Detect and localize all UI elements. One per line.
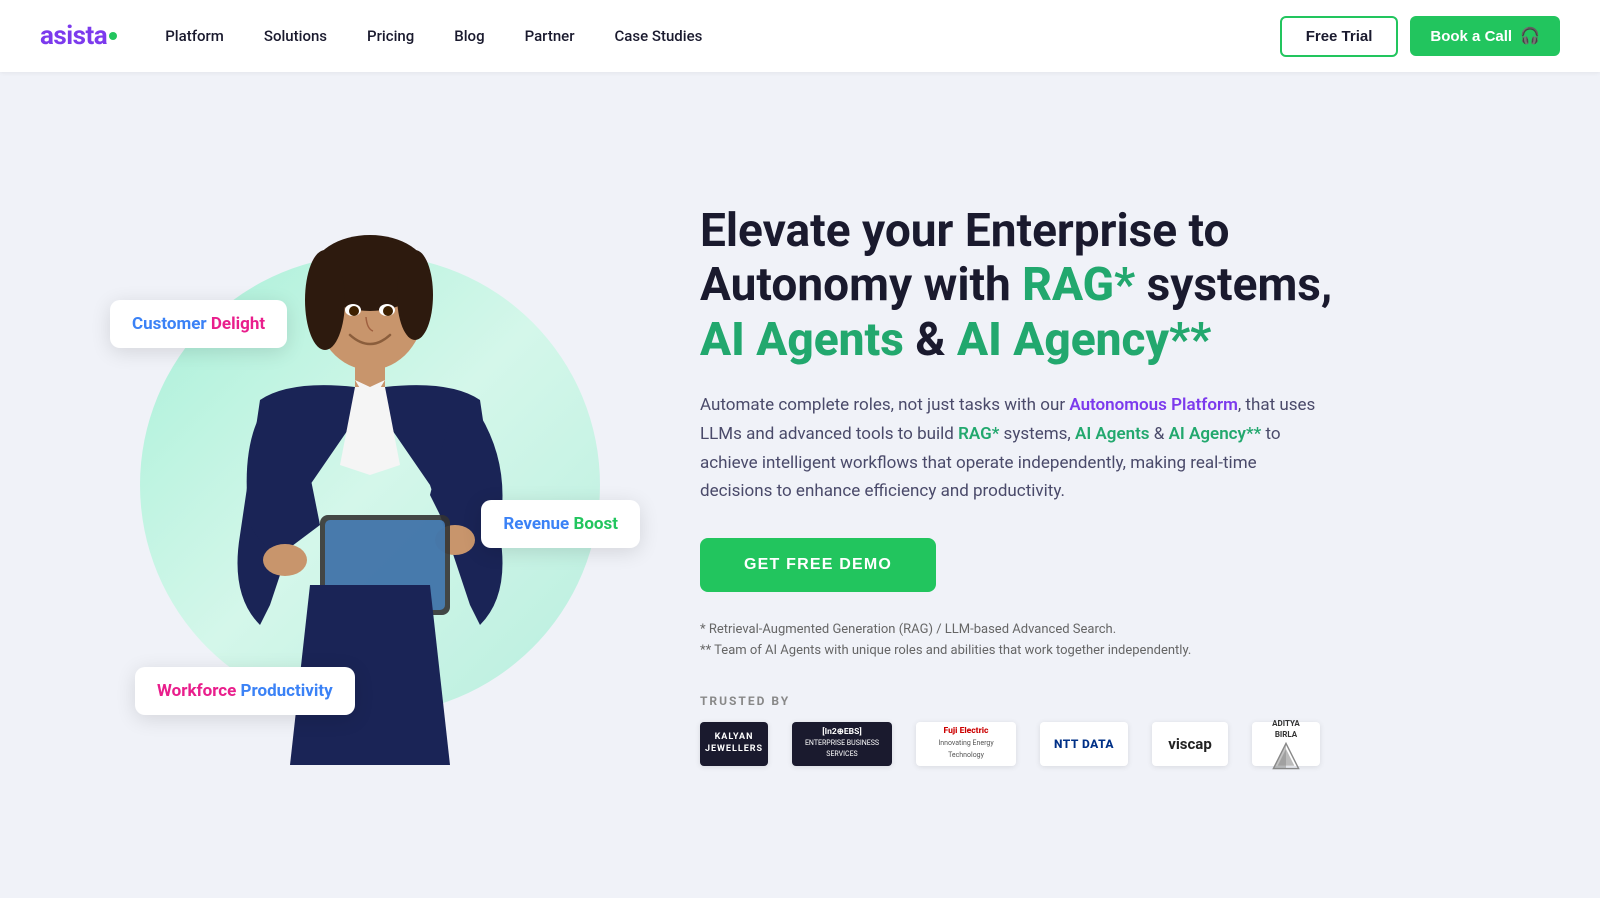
nav-actions: Free Trial Book a Call 🎧 [1280,16,1560,57]
logo-kalyan: KALYANJEWELLERS [700,722,768,766]
headline-ai-agency: AI Agency** [957,313,1211,367]
autonomous-platform-link[interactable]: Autonomous Platform [1069,395,1238,415]
logo-fuji: Fuji Electric Innovating Energy Technolo… [916,722,1016,766]
trusted-section: TRUSTED BY KALYANJEWELLERS [In2⊕EBS]ENTE… [700,694,1380,766]
free-trial-button[interactable]: Free Trial [1280,16,1399,57]
nav-partner[interactable]: Partner [525,27,575,45]
desc-rag: RAG* [958,424,999,444]
logo-nttdata: NTT DATA [1040,722,1128,766]
headline-part2: systems, [1135,258,1332,312]
hero-headline: Elevate your Enterprise to Autonomy with… [700,204,1380,367]
workforce-label: Workforce Productivity [157,681,333,701]
desc-ai-agents: AI Agents [1075,424,1150,444]
nav-case-studies[interactable]: Case Studies [615,27,703,45]
navbar: asista Platform Solutions Pricing Blog P… [0,0,1600,72]
hero-illustration: Customer Delight Revenue Boost Workforce… [80,145,660,825]
book-call-label: Book a Call [1430,28,1512,45]
get-free-demo-button[interactable]: GET FREE DEMO [700,538,936,592]
logo-in2ebs: [In2⊕EBS]ENTERPRISE BUSINESS SERVICES [792,722,892,766]
hero-section: Customer Delight Revenue Boost Workforce… [0,72,1600,898]
logo-aditya-birla: ADITYA BIRLA [1252,722,1320,766]
logo[interactable]: asista [40,21,117,51]
float-workforce-productivity: Workforce Productivity [135,667,355,715]
logo-viscap: viscap [1152,722,1228,766]
logo-dot [109,32,117,40]
hero-content: Elevate your Enterprise to Autonomy with… [700,204,1380,766]
headline-ai-agents: AI Agents [700,313,904,367]
trusted-logos: KALYANJEWELLERS [In2⊕EBS]ENTERPRISE BUSI… [700,722,1380,766]
book-call-button[interactable]: Book a Call 🎧 [1410,16,1560,56]
float-revenue-boost: Revenue Boost [481,500,640,548]
nav-solutions[interactable]: Solutions [264,27,327,45]
headline-part3: & [904,313,957,367]
nav-blog[interactable]: Blog [454,27,484,45]
desc-part4: & [1150,424,1169,444]
nav-platform[interactable]: Platform [165,27,224,45]
footnote1: * Retrieval-Augmented Generation (RAG) /… [700,620,1380,641]
hero-description: Automate complete roles, not just tasks … [700,391,1320,507]
nav-pricing[interactable]: Pricing [367,27,414,45]
footnotes: * Retrieval-Augmented Generation (RAG) /… [700,620,1380,662]
headset-icon: 🎧 [1520,26,1540,46]
desc-part3: systems, [999,424,1075,444]
nav-links: Platform Solutions Pricing Blog Partner … [165,27,1279,45]
logo-text: asista [40,21,107,51]
headline-rag: RAG* [1022,258,1135,312]
desc-part1: Automate complete roles, not just tasks … [700,395,1069,415]
trusted-by-label: TRUSTED BY [700,694,1380,708]
customer-label-part1: Customer Delight [132,314,265,334]
float-customer-delight: Customer Delight [110,300,287,348]
footnote2: ** Team of AI Agents with unique roles a… [700,641,1380,662]
desc-ai-agency: AI Agency** [1169,424,1262,444]
revenue-label: Revenue Boost [503,514,618,534]
